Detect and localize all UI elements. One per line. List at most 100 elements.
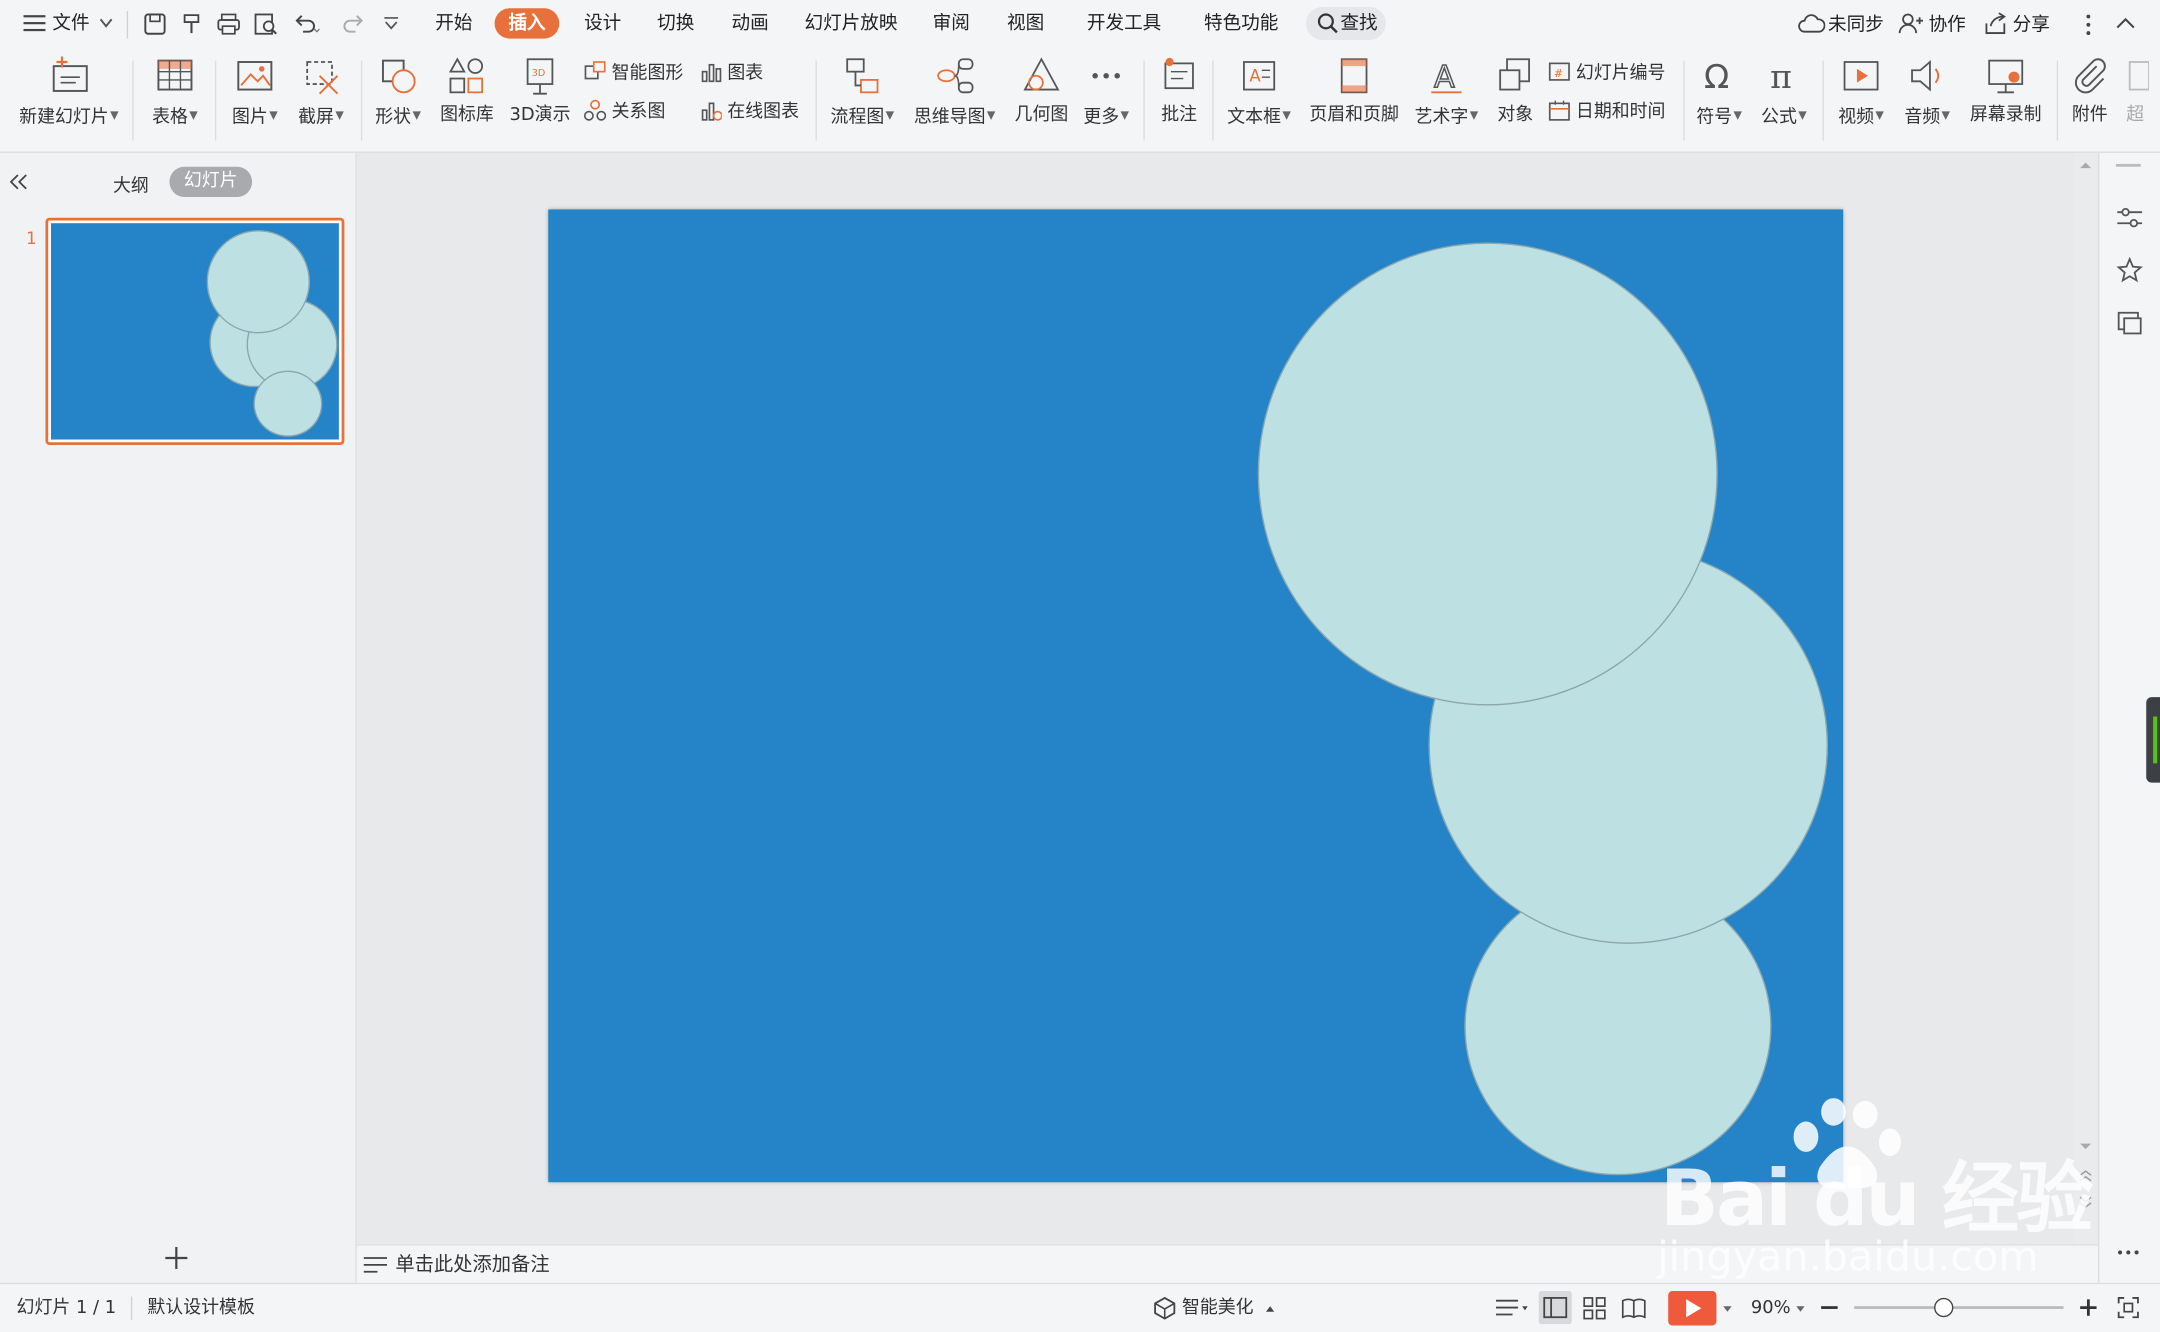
chart-label: 图表 [727,63,764,85]
table-button[interactable]: 表格▼ [143,55,206,129]
zoom-out-button[interactable] [1821,1306,1838,1309]
online-chart-button[interactable]: 在线图表 [700,99,799,127]
side-widget-tab[interactable] [2146,697,2160,783]
collapse-ribbon-icon[interactable] [2116,17,2135,31]
attachment-button[interactable]: 附件 [2065,55,2115,127]
print-icon[interactable] [216,12,241,35]
quick-access-dropdown-icon[interactable] [383,17,400,31]
datetime-button[interactable]: 日期和时间 [1548,99,1665,127]
collaborate-icon[interactable] [1898,12,1924,35]
3d-icon: 3D [519,55,560,96]
shape-button[interactable]: 形状▼ [369,55,427,129]
picture-button[interactable]: 图片▼ [223,55,286,129]
tab-special[interactable]: 特色功能 [1204,11,1278,36]
format-painter-icon[interactable] [180,12,203,35]
right-sidebar [2098,152,2160,1283]
video-button[interactable]: 视频▼ [1832,55,1890,129]
3d-demo-label: 3D演示 [509,104,571,126]
share-icon[interactable] [1984,12,2009,35]
more-vertical-icon[interactable] [2084,14,2092,36]
zoom-slider-track[interactable] [1854,1306,2064,1309]
smart-art-button[interactable]: 智能图形 [584,61,683,89]
icon-library-button[interactable]: 图标库 [435,55,498,127]
slide-transition-icon[interactable] [2116,309,2144,337]
tab-view[interactable]: 视图 [1007,11,1044,36]
comment-button[interactable]: 批注 [1154,55,1204,127]
collapse-panel-icon[interactable] [9,174,29,191]
chevron-up-icon[interactable] [1265,1305,1276,1313]
tab-review[interactable]: 审阅 [933,11,970,36]
tab-outline[interactable]: 大纲 [113,171,149,197]
wordart-button[interactable]: A 艺术字▼ [1412,55,1481,129]
print-preview-icon[interactable] [253,12,278,35]
new-slide-button[interactable]: 新建幻灯片▼ [14,55,124,129]
play-slideshow-button[interactable] [1668,1291,1717,1326]
zoom-dropdown-icon[interactable] [1795,1305,1806,1313]
slide-thumbnail[interactable] [45,217,345,446]
normal-view-button[interactable] [1538,1291,1572,1325]
tab-transition[interactable]: 切换 [657,11,694,36]
thumbnail-circle [206,230,310,334]
sync-status[interactable]: 未同步 [1828,12,1884,37]
vertical-scrollbar[interactable] [2073,152,2099,1245]
slide-circle-top[interactable] [1257,242,1718,706]
undo-icon[interactable] [292,12,320,35]
property-settings-icon[interactable] [2116,205,2144,230]
shape-icon [377,55,418,96]
chart-button[interactable]: 图表 [700,61,763,89]
share-label[interactable]: 分享 [2013,12,2050,37]
chevron-down-icon[interactable] [99,18,113,29]
slide-index: 1 [26,228,37,249]
beautify-icon[interactable] [1153,1296,1176,1320]
design-template[interactable]: 默认设计模板 [147,1297,254,1322]
add-slide-icon[interactable] [163,1244,191,1272]
geometry-button[interactable]: 几何图 [1011,55,1072,127]
notes-toggle-icon[interactable] [1496,1298,1529,1319]
tab-slides[interactable]: 幻灯片 [169,166,253,198]
cloud-sync-icon[interactable] [1798,14,1826,36]
slide-number-button[interactable]: # 幻灯片编号 [1548,61,1665,89]
collaborate-label[interactable]: 协作 [1929,12,1966,37]
tab-design[interactable]: 设计 [584,11,621,36]
relation-chart-button[interactable]: 关系图 [584,99,665,127]
tab-developer[interactable]: 开发工具 [1087,11,1161,36]
search-box[interactable]: 查找 [1305,6,1386,40]
tab-slideshow[interactable]: 幻灯片放映 [804,11,897,36]
slide-sorter-icon[interactable] [1583,1297,1606,1320]
flowchart-button[interactable]: 流程图▼ [827,55,899,129]
tab-insert[interactable]: 插入 [494,8,560,39]
scroll-up-icon[interactable] [2079,161,2093,169]
more-button[interactable]: 更多▼ [1080,55,1132,129]
tab-animation[interactable]: 动画 [731,11,768,36]
slideshow-dropdown-icon[interactable] [1722,1305,1733,1313]
overflow-button[interactable]: 超 [2120,55,2150,127]
animation-star-icon[interactable] [2116,256,2144,284]
redo-icon[interactable] [342,12,370,35]
fit-window-icon[interactable] [2117,1297,2139,1319]
slide[interactable] [548,209,1844,1183]
formula-button[interactable]: π 公式▼ [1756,55,1811,129]
omega-icon: Ω [1699,55,1740,96]
file-menu[interactable]: 文件 [52,11,89,36]
more-horizontal-icon[interactable] [2116,1248,2141,1256]
beautify-label[interactable]: 智能美化 [1182,1297,1254,1322]
reading-view-icon[interactable] [1621,1297,1646,1320]
textbox-button[interactable]: A 文本框▼ [1223,55,1295,129]
header-footer-button[interactable]: 页眉和页脚 [1306,55,1402,127]
audio-button[interactable]: 音频▼ [1898,55,1956,129]
symbol-button[interactable]: Ω 符号▼ [1692,55,1747,129]
screenshot-button[interactable]: 截屏▼ [289,55,352,129]
save-icon[interactable] [143,12,166,35]
chart-icon [700,61,722,83]
object-button[interactable]: 对象 [1491,55,1541,127]
tab-home[interactable]: 开始 [435,11,472,36]
more-dots-icon [1086,55,1127,96]
screen-record-button[interactable]: 屏幕录制 [1964,55,2047,127]
zoom-level[interactable]: 90% [1751,1297,1791,1322]
zoom-slider-thumb[interactable] [1934,1297,1954,1318]
hamburger-menu-icon[interactable] [23,14,46,33]
3d-demo-button[interactable]: 3D 3D演示 [506,55,575,127]
zoom-in-button[interactable] [2080,1299,2097,1316]
new-slide-icon [48,55,89,96]
mindmap-button[interactable]: 思维导图▼ [909,55,1000,129]
